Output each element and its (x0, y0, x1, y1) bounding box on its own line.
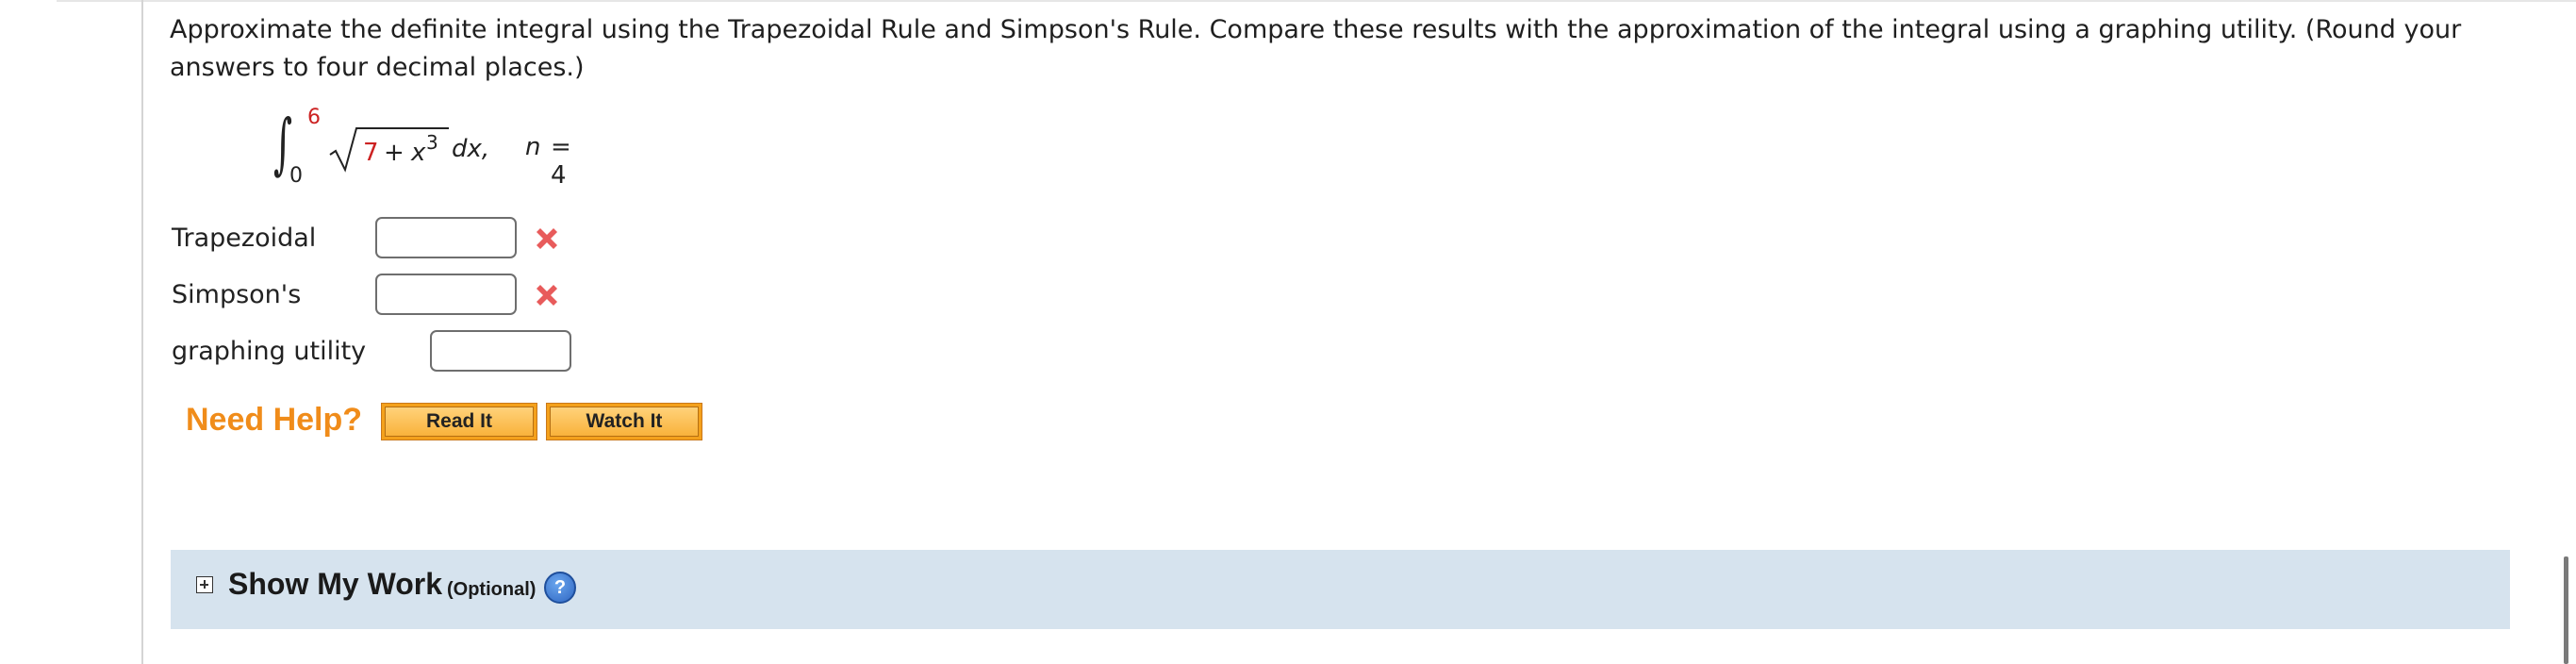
x-mark-icon (537, 228, 557, 249)
help-question-icon[interactable]: ? (544, 572, 576, 604)
need-help-label: Need Help? (186, 402, 363, 438)
graphing-utility-input[interactable] (430, 330, 571, 372)
read-it-button[interactable]: Read It (381, 403, 537, 440)
expand-plus-icon[interactable] (196, 576, 213, 593)
scrollbar-thumb[interactable] (2564, 556, 2568, 664)
radicand-number: 7 (363, 139, 379, 167)
top-divider (57, 0, 2576, 2)
integral-lower-limit: 0 (289, 164, 303, 188)
trapezoidal-label: Trapezoidal (172, 224, 317, 253)
watch-it-label: Watch It (550, 407, 699, 437)
read-it-label: Read It (385, 407, 534, 437)
n-variable: n (525, 133, 541, 161)
trapezoidal-input[interactable] (375, 217, 517, 258)
left-border (141, 0, 143, 664)
x-mark-icon (537, 285, 557, 306)
optional-label: (Optional) (447, 579, 537, 600)
simpsons-label: Simpson's (172, 280, 302, 309)
graphing-utility-label: graphing utility (172, 337, 367, 366)
simpsons-input[interactable] (375, 274, 517, 315)
watch-it-button[interactable]: Watch It (546, 403, 702, 440)
question-text: Approximate the definite integral using … (170, 15, 2462, 82)
radicand-variable: x (411, 139, 426, 167)
differential: dx, (452, 135, 490, 163)
radicand-exponent: 3 (426, 131, 438, 154)
show-my-work-title[interactable]: Show My Work (228, 567, 442, 602)
integral-upper-limit: 6 (307, 106, 321, 129)
n-value: = 4 (551, 133, 571, 190)
show-my-work-panel[interactable]: Show My Work (Optional) ? (171, 550, 2510, 629)
radicand-plus: + (384, 139, 405, 167)
